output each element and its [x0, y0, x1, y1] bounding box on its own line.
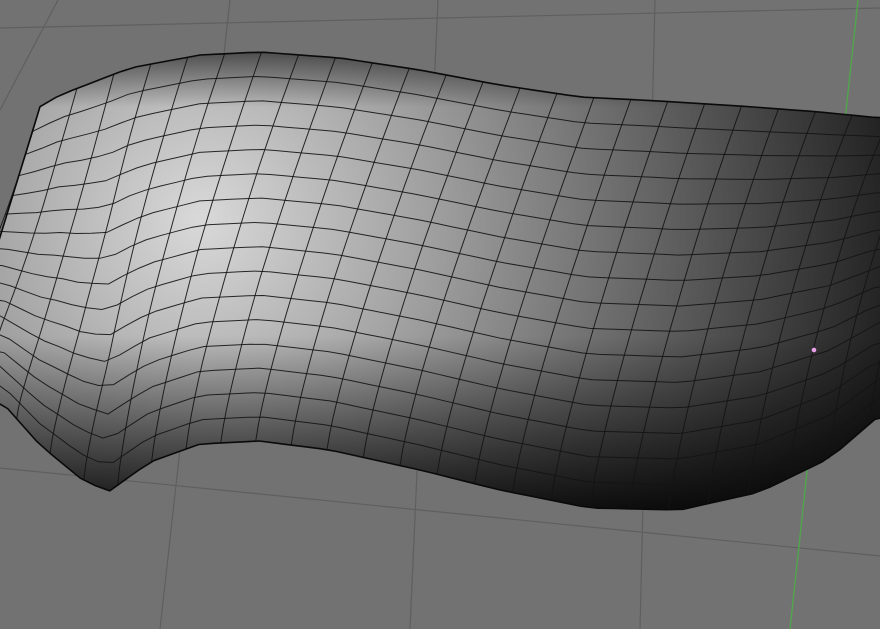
mesh-object[interactable] [0, 51, 880, 511]
3d-viewport[interactable] [0, 0, 880, 629]
selected-vertex[interactable] [811, 347, 817, 353]
viewport-canvas[interactable] [0, 0, 880, 629]
mesh-rim-shading [0, 52, 880, 510]
